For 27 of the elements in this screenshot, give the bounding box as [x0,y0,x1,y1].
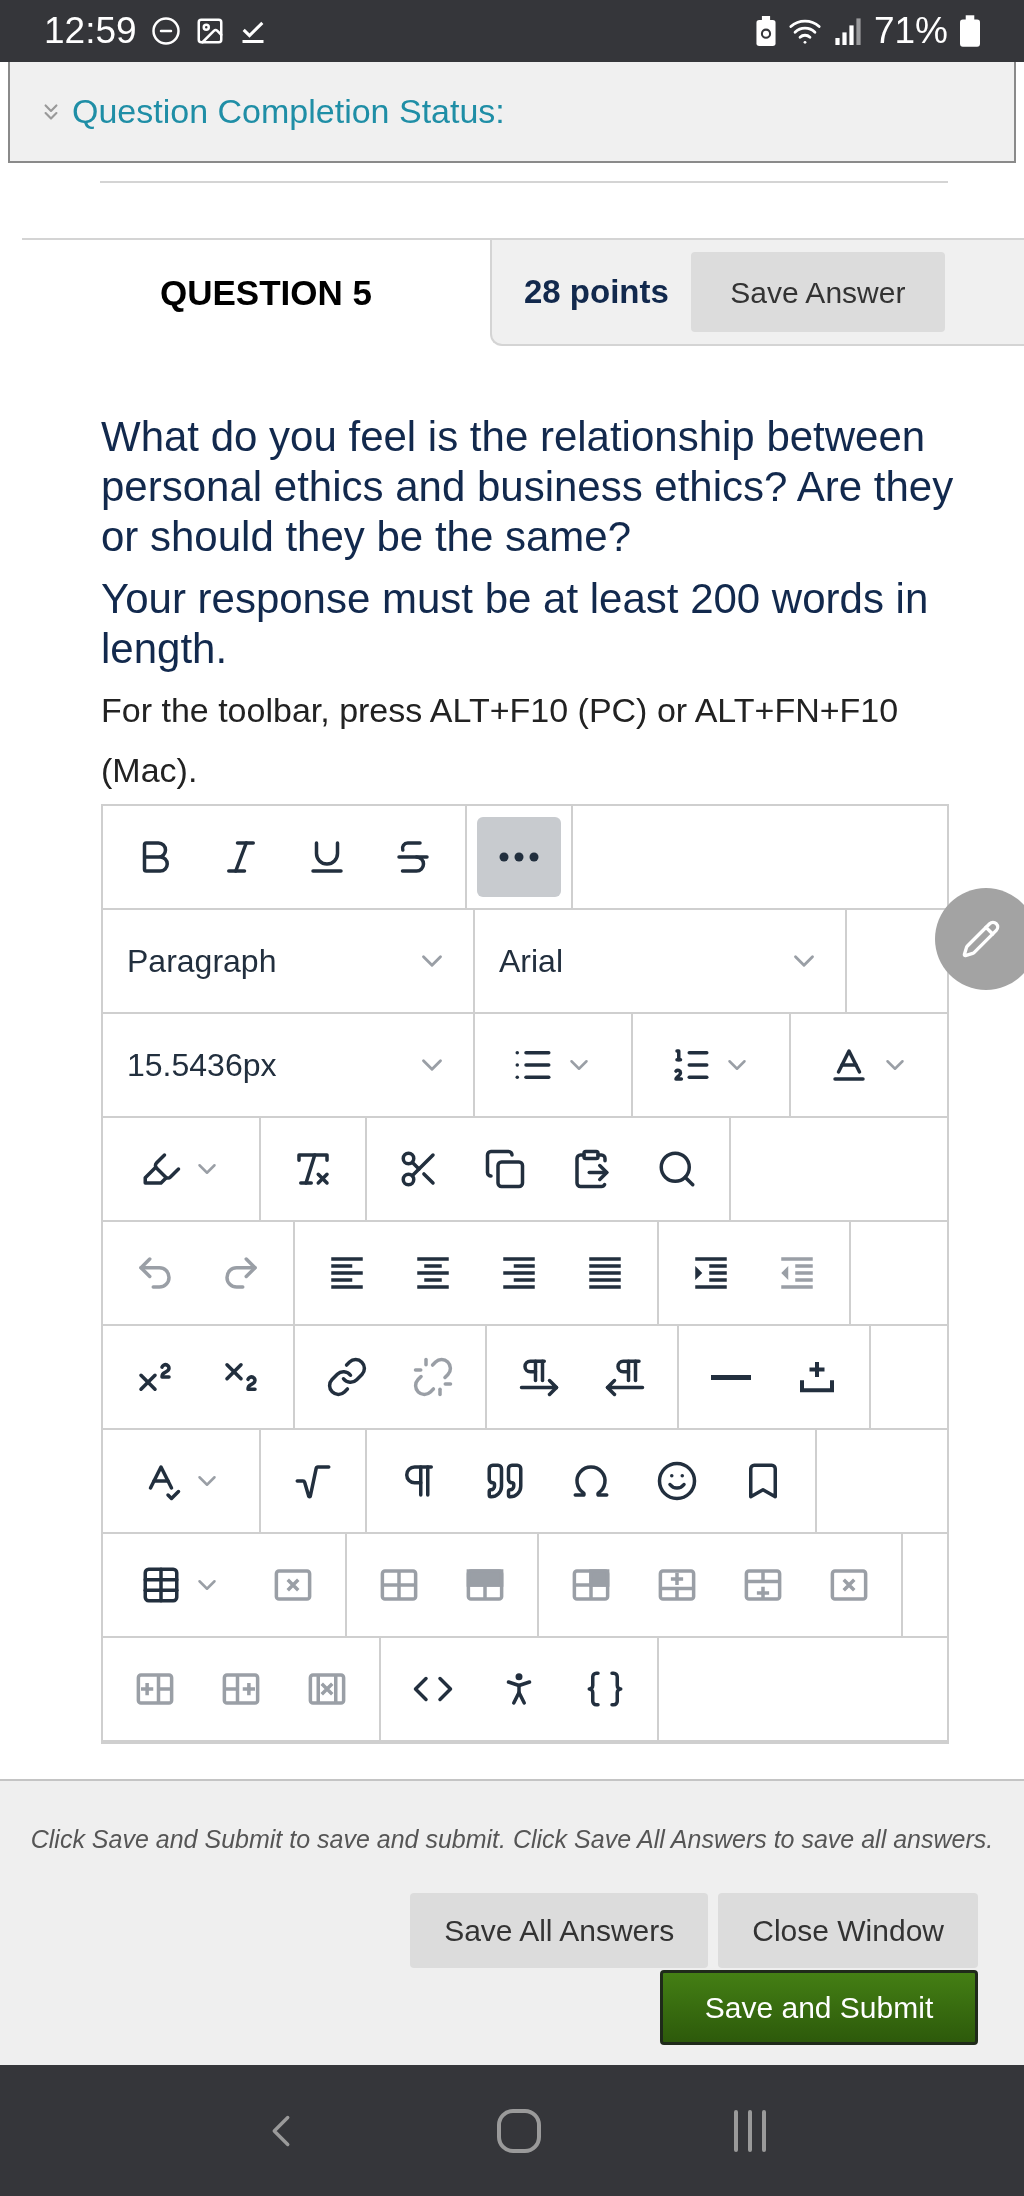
battery-icon [960,15,980,47]
dropdown-select[interactable]: 15.5436px [113,1025,463,1105]
submit-button[interactable]: Save and Submit [660,1969,978,2045]
pencil-icon [961,919,1001,959]
do-not-disturb-icon [150,16,181,46]
link-icon [326,1356,368,1398]
question-text: What do you feel is the relationship between personal ethics and business ethics? Are they or should they be the same? [101,412,955,562]
more-button[interactable] [477,817,561,897]
signal-icon [833,17,862,45]
footer-button[interactable]: Close Window [718,1892,978,1968]
dropdown-select[interactable]: Arial [485,921,835,1001]
smiley-icon [656,1460,698,1502]
dropdown-select[interactable]: Paragraph [113,921,463,1001]
more-icon [499,852,539,862]
copy-icon [484,1148,526,1190]
battery-percent: 71% [873,9,948,54]
question-title: QUESTION 5 [160,271,372,314]
toolbar-hint: For the toolbar, press ALT+F10 (PC) or ALT+FN+F10 (Mac). [101,690,900,791]
footer-note: Click Save and Submit to save and submit. Click Save All Answers to save all answers. [29,1824,995,1855]
save-answer-button[interactable]: Save Answer [690,252,945,332]
home-icon [496,2107,542,2154]
question-text: Your response must be at least 200 words in length. [101,574,930,674]
clock-time: 12:59 [44,9,137,54]
broken-link-icon [412,1356,454,1398]
battery-saver-icon [755,16,776,46]
footer-button[interactable]: Save All Answers [410,1892,709,1968]
points-label: 28 points [524,272,669,313]
